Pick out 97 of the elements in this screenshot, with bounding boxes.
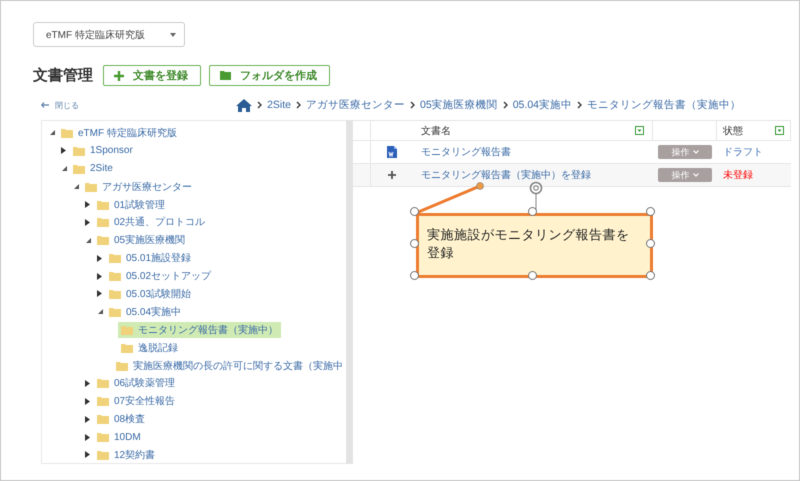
expand-triangle-icon[interactable] xyxy=(61,147,67,154)
word-document-icon xyxy=(387,146,397,158)
chevron-down-icon xyxy=(692,173,698,177)
arrow-left-icon xyxy=(41,102,49,108)
chevron-right-icon xyxy=(257,101,262,109)
folder-icon xyxy=(109,253,121,264)
tree-item[interactable]: 1Sponsor xyxy=(70,144,136,158)
collapse-triangle-icon[interactable] xyxy=(61,165,67,172)
tree-item[interactable]: 05.03試験開始 xyxy=(106,286,194,302)
chevron-right-icon xyxy=(577,101,582,109)
home-icon[interactable] xyxy=(236,98,252,112)
folder-icon xyxy=(97,396,109,406)
folder-icon xyxy=(97,432,109,442)
expand-triangle-icon[interactable] xyxy=(97,254,103,262)
chevron-right-icon xyxy=(410,101,416,109)
folder-icon xyxy=(97,235,109,246)
folder-icon xyxy=(73,146,85,156)
folder-icon xyxy=(97,378,109,388)
folder-icon xyxy=(85,182,97,192)
filter-dropdown-icon[interactable] xyxy=(635,126,644,135)
scrollbar[interactable] xyxy=(346,120,353,464)
resize-handle[interactable] xyxy=(646,207,655,216)
folder-icon xyxy=(97,200,109,210)
rotate-handle-icon[interactable] xyxy=(530,182,542,212)
folder-icon xyxy=(97,414,109,424)
collapse-triangle-icon[interactable] xyxy=(49,129,55,136)
tree-item[interactable]: 10DM xyxy=(94,430,144,444)
tree-item[interactable]: アガサ医療センター xyxy=(82,178,195,195)
folder-icon xyxy=(97,217,109,228)
tree-item[interactable]: 2Site xyxy=(70,162,116,176)
chevron-right-icon xyxy=(502,101,508,109)
collapse-triangle-icon[interactable] xyxy=(85,236,91,244)
expand-triangle-icon[interactable] xyxy=(85,218,91,226)
status-text: ドラフト xyxy=(723,146,763,159)
breadcrumb-link[interactable]: 2Site xyxy=(267,99,292,111)
tree-item[interactable]: 08検査 xyxy=(94,411,148,428)
breadcrumb-link[interactable]: モニタリング報告書（実施中） xyxy=(587,98,741,112)
page-title: 文書管理 xyxy=(33,66,93,85)
plus-icon[interactable] xyxy=(388,171,396,179)
product-select[interactable]: eTMF 特定臨床研究版 xyxy=(33,22,185,47)
chevron-right-icon xyxy=(296,101,302,109)
resize-handle[interactable] xyxy=(646,271,655,280)
plus-icon xyxy=(114,70,124,80)
create-folder-button[interactable]: フォルダを作成 xyxy=(209,65,330,86)
tree-item[interactable]: 05実施医療機関 xyxy=(94,232,188,248)
callout-box[interactable]: 実施施設がモニタリング報告書を登録 xyxy=(416,213,653,278)
resize-handle[interactable] xyxy=(646,239,655,248)
filter-dropdown-icon[interactable] xyxy=(775,126,784,135)
tree-item[interactable]: 05.04実施中 xyxy=(106,304,184,320)
expand-triangle-icon[interactable] xyxy=(97,272,103,280)
breadcrumb-link[interactable]: 05.04実施中 xyxy=(512,98,572,112)
resize-handle[interactable] xyxy=(410,239,419,248)
breadcrumb-link[interactable]: 05実施医療機関 xyxy=(420,98,498,112)
expand-triangle-icon[interactable] xyxy=(85,398,91,405)
tree-item[interactable]: 05.01施設登録 xyxy=(106,250,194,266)
tree-item[interactable]: 02共通、プロトコル xyxy=(94,214,208,230)
chevron-down-icon xyxy=(692,150,698,154)
collapse-triangle-icon[interactable] xyxy=(73,183,79,190)
tree-item[interactable]: 05.02セットアップ xyxy=(106,268,214,284)
column-header: 文書名 xyxy=(421,124,451,138)
breadcrumb-link[interactable]: アガサ医療センター xyxy=(306,98,406,112)
tree-item[interactable]: 実施医療機関の長の許可に関する文書（実施中 xyxy=(113,358,346,374)
tree-item[interactable]: 07安全性報告 xyxy=(94,393,178,410)
tree-item[interactable]: 12契約書 xyxy=(94,446,158,463)
close-link[interactable]: 閉じる xyxy=(41,100,79,110)
document-link[interactable]: モニタリング報告書 xyxy=(421,145,511,159)
folder-icon xyxy=(61,128,73,138)
resize-handle[interactable] xyxy=(410,271,419,280)
expand-triangle-icon[interactable] xyxy=(85,434,91,441)
register-document-button[interactable]: 文書を登録 xyxy=(103,65,201,86)
resize-handle[interactable] xyxy=(528,271,537,280)
folder-icon xyxy=(220,71,231,80)
tree-item[interactable]: モニタリング報告書（実施中） xyxy=(118,322,281,338)
tree-item[interactable]: 06試験薬管理 xyxy=(94,375,178,392)
folder-icon xyxy=(109,288,121,299)
folder-icon xyxy=(109,271,121,282)
expand-triangle-icon[interactable] xyxy=(85,201,91,208)
resize-handle[interactable] xyxy=(528,207,537,216)
tree-item[interactable]: 01試験管理 xyxy=(94,196,168,212)
expand-triangle-icon[interactable] xyxy=(97,290,103,298)
folder-icon xyxy=(116,360,128,371)
folder-icon xyxy=(73,164,85,174)
document-link[interactable]: モニタリング報告書（実施中）を登録 xyxy=(421,168,591,182)
folder-icon xyxy=(121,324,133,335)
status-text: 未登録 xyxy=(723,168,753,182)
resize-handle[interactable] xyxy=(410,207,419,216)
folder-icon xyxy=(109,306,121,317)
column-header: 状態 xyxy=(723,124,743,138)
caret-icon xyxy=(170,32,176,36)
expand-triangle-icon[interactable] xyxy=(85,451,91,458)
tree-item[interactable]: eTMF 特定臨床研究版 xyxy=(58,124,180,141)
tree-item[interactable]: 逸脱記録 xyxy=(118,340,181,356)
folder-icon xyxy=(97,450,109,460)
expand-triangle-icon[interactable] xyxy=(85,416,91,423)
folder-icon xyxy=(121,342,133,353)
collapse-triangle-icon[interactable] xyxy=(97,308,103,316)
expand-triangle-icon[interactable] xyxy=(85,380,91,387)
